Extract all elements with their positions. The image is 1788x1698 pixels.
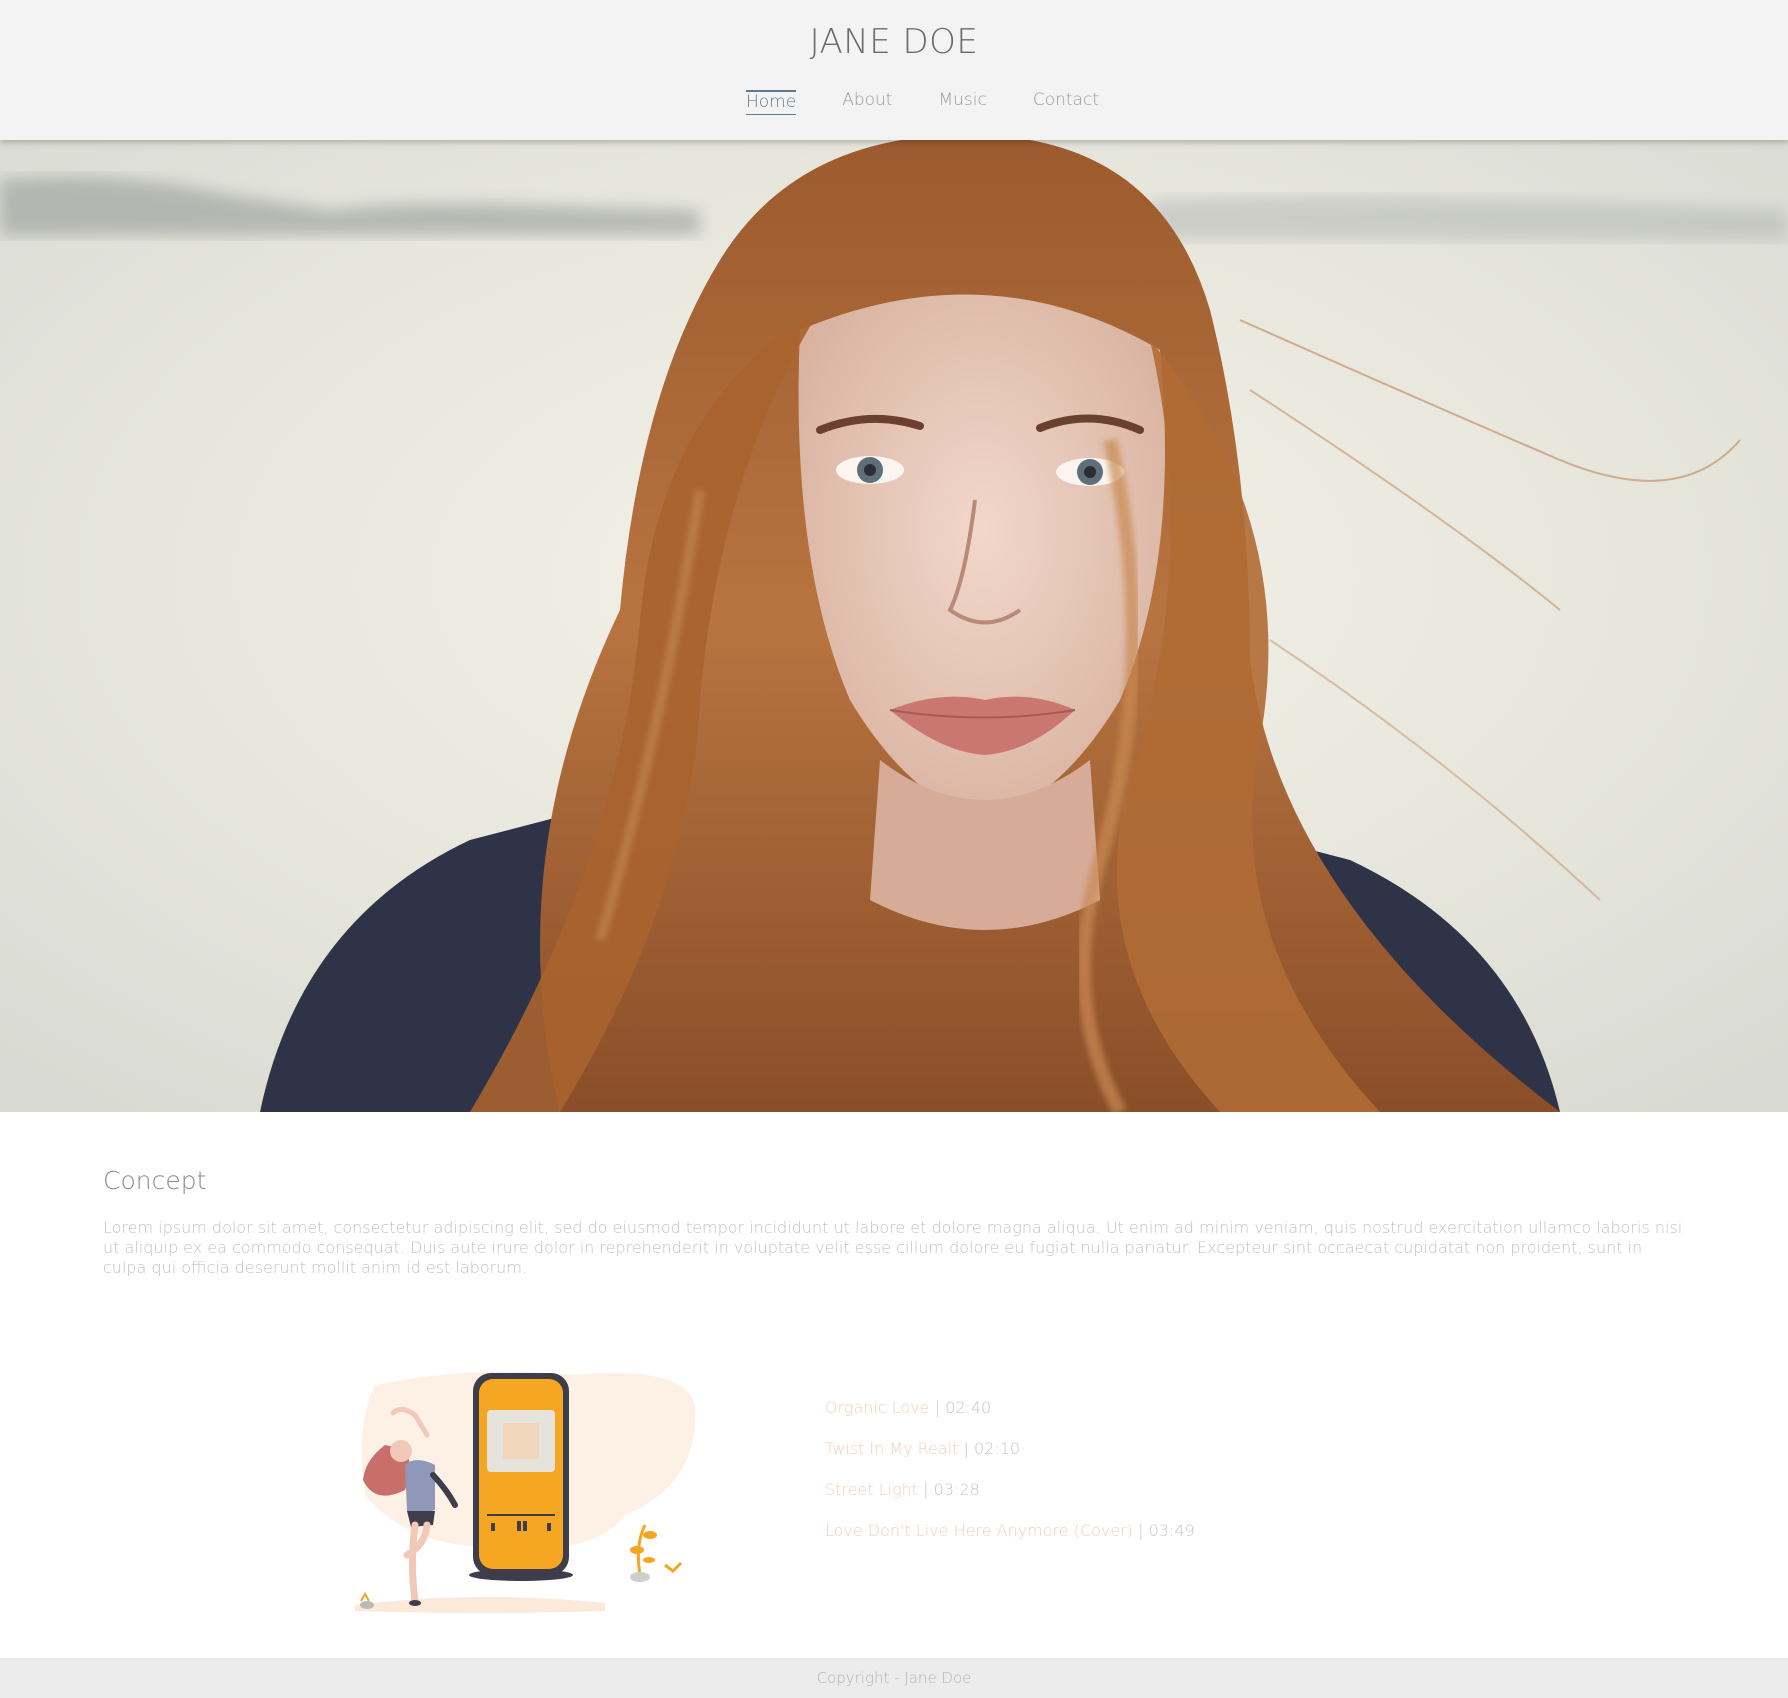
track-separator: | [918, 1480, 934, 1499]
nav-contact[interactable]: Contact [1033, 90, 1099, 115]
track-title[interactable]: Organic Love [825, 1398, 930, 1417]
site-footer: Copyright - Jane Doe [0, 1658, 1788, 1698]
nav-music[interactable]: Music [938, 90, 986, 115]
track-duration: 02:40 [945, 1398, 992, 1417]
track-title[interactable]: Street Light [825, 1480, 918, 1499]
track-title[interactable]: Twist In My Realt [825, 1439, 958, 1458]
main-nav: Home About Music Contact [746, 90, 1099, 115]
nav-about[interactable]: About [842, 90, 892, 115]
track-separator: | [1133, 1521, 1149, 1540]
concept-body: Lorem ipsum dolor sit amet, consectetur … [103, 1218, 1683, 1277]
track-duration: 03:49 [1148, 1521, 1195, 1540]
track-item: Organic Love | 02:40 [825, 1398, 1195, 1439]
tracklist: Organic Love | 02:40 Twist In My Realt |… [825, 1398, 1195, 1562]
dancing-girl-phone-illustration [355, 1371, 696, 1613]
track-item: Twist In My Realt | 02:10 [825, 1439, 1195, 1480]
portrait-image [0, 140, 1788, 1112]
track-title[interactable]: Love Don't Live Here Anymore (Cover) [825, 1521, 1133, 1540]
track-item: Love Don't Live Here Anymore (Cover) | 0… [825, 1521, 1195, 1562]
track-item: Street Light | 03:28 [825, 1480, 1195, 1521]
track-duration: 03:28 [933, 1480, 980, 1499]
track-duration: 02:10 [973, 1439, 1021, 1458]
concept-heading: Concept [103, 1166, 207, 1195]
site-title: JANE DOE [809, 22, 979, 62]
music-player-illustration [355, 1365, 700, 1624]
hero-photo [0, 140, 1788, 1112]
nav-home[interactable]: Home [746, 90, 797, 115]
track-separator: | [929, 1398, 946, 1417]
copyright-text: Copyright - Jane Doe [816, 1669, 972, 1687]
site-header: JANE DOE Home About Music Contact [0, 0, 1788, 140]
track-separator: | [958, 1439, 974, 1458]
